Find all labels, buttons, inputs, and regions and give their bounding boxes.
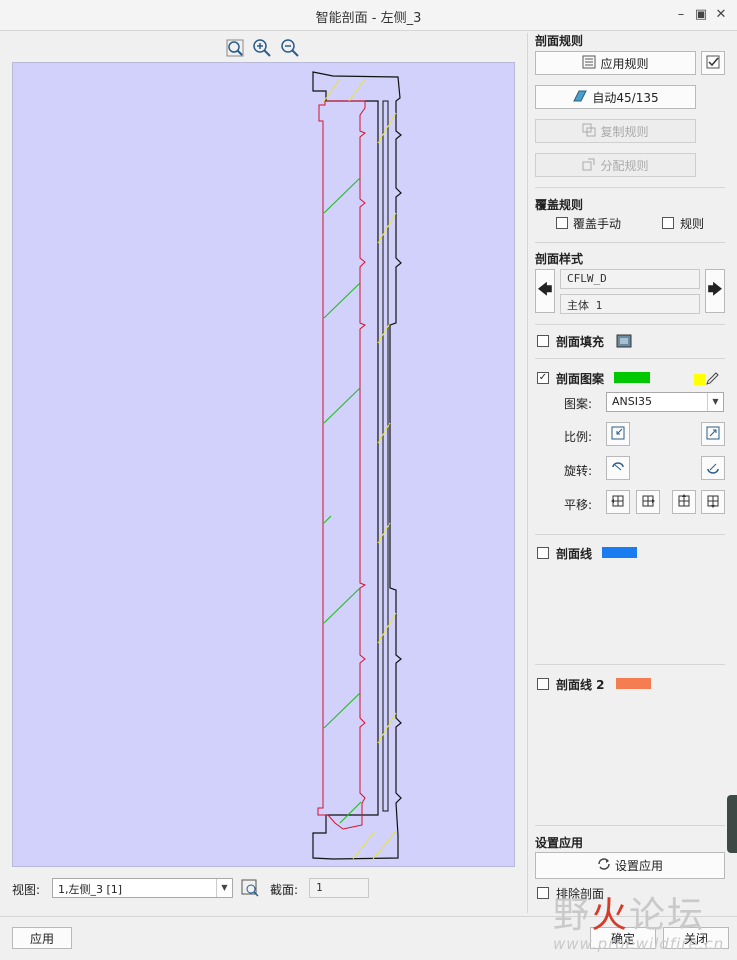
- apply-setting-label: 设置应用: [614, 859, 663, 873]
- section-pattern-label: 剖面图案: [556, 372, 605, 386]
- section-line2-color-swatch[interactable]: [616, 678, 651, 689]
- move-label: 平移:: [564, 498, 593, 512]
- divider: [535, 534, 725, 535]
- style-next-button[interactable]: 🡆: [705, 269, 725, 313]
- fill-pattern-icon[interactable]: [616, 334, 632, 351]
- maximize-button[interactable]: ▣: [693, 6, 709, 24]
- move-down-button[interactable]: [701, 490, 725, 514]
- section-label: 截面:: [270, 883, 299, 897]
- move-right-button[interactable]: [636, 490, 660, 514]
- pattern-color-swatch[interactable]: [614, 372, 650, 383]
- rules-list-icon: [582, 55, 596, 72]
- scale-up-button[interactable]: [701, 422, 725, 446]
- panel-separator: [527, 33, 528, 913]
- apply-setting-header: 设置应用: [535, 836, 584, 850]
- edit-rules-button[interactable]: [701, 51, 725, 75]
- rotate-label: 旋转:: [564, 464, 593, 478]
- pattern-edit-color-swatch[interactable]: [694, 374, 705, 385]
- zoom-in-icon[interactable]: [252, 38, 272, 58]
- divider: [535, 187, 725, 188]
- style-body-field: 主体 1: [560, 294, 700, 314]
- move-up-icon: [676, 493, 692, 512]
- style-prev-button[interactable]: 🡄: [535, 269, 555, 313]
- section-fill-checkbox[interactable]: [537, 335, 549, 347]
- override-manual-label: 覆盖手动: [573, 217, 622, 231]
- scale-down-button[interactable]: [606, 422, 630, 446]
- chevron-down-icon: ▼: [216, 879, 232, 897]
- section-line2-label: 剖面线 2: [556, 678, 605, 692]
- section-line-label: 剖面线: [556, 547, 593, 561]
- section-rules-header: 剖面规则: [535, 34, 584, 48]
- override-rule-label: 规则: [680, 217, 705, 231]
- view-select[interactable]: 1,左侧_3 [1] ▼: [52, 878, 233, 898]
- exclude-section-checkbox[interactable]: [537, 887, 549, 899]
- side-scroll-handle[interactable]: [727, 795, 737, 853]
- auto-hatch-icon: [572, 89, 588, 106]
- watermark-logo: 野火论坛: [553, 895, 706, 936]
- divider: [535, 664, 725, 665]
- override-rule-checkbox[interactable]: [662, 217, 674, 229]
- zoom-fit-icon[interactable]: [225, 38, 245, 58]
- apply-button[interactable]: 应用: [12, 927, 72, 949]
- assign-icon: [582, 157, 596, 174]
- section-line2-checkbox[interactable]: [537, 678, 549, 690]
- move-left-icon: [610, 493, 626, 512]
- view-label: 视图:: [12, 883, 41, 897]
- auto-45-135-button[interactable]: 自动45/135: [535, 85, 696, 109]
- copy-rules-label: 复制规则: [600, 124, 649, 139]
- override-manual-checkbox[interactable]: [556, 217, 568, 229]
- view-value: 1,左侧_3 [1]: [58, 883, 123, 896]
- pattern-type-value: ANSI35: [612, 395, 652, 408]
- window-title: 智能剖面 - 左侧_3: [315, 11, 422, 26]
- refresh-icon: [597, 857, 611, 874]
- pencil-icon[interactable]: [705, 372, 719, 389]
- arrow-left-icon: 🡄: [537, 282, 553, 298]
- move-left-button[interactable]: [606, 490, 630, 514]
- assign-rules-button[interactable]: 分配规则: [535, 153, 696, 177]
- scale-label: 比例:: [564, 430, 593, 444]
- move-right-icon: [640, 493, 656, 512]
- arrow-right-icon: 🡆: [707, 282, 723, 298]
- section-value-field: 1: [309, 878, 369, 898]
- watermark-url: www.proewildfire.cn: [553, 935, 725, 953]
- section-preview-viewport[interactable]: [12, 62, 515, 867]
- divider: [535, 242, 725, 243]
- view-preview-icon[interactable]: [241, 879, 259, 900]
- checklist-icon: [705, 54, 721, 73]
- auto-label: 自动45/135: [592, 90, 659, 105]
- override-rules-header: 覆盖规则: [535, 198, 584, 212]
- divider: [535, 324, 725, 325]
- close-window-button[interactable]: ✕: [713, 6, 729, 24]
- apply-rules-label: 应用规则: [600, 56, 649, 71]
- section-line-color-swatch[interactable]: [602, 547, 637, 558]
- section-fill-label: 剖面填充: [556, 335, 605, 349]
- rotate-cw-icon: [705, 459, 721, 478]
- apply-setting-button[interactable]: 设置应用: [535, 852, 725, 879]
- copy-rules-button[interactable]: 复制规则: [535, 119, 696, 143]
- apply-rules-button[interactable]: 应用规则: [535, 51, 696, 75]
- title-bar: 智能剖面 - 左侧_3 – ▣ ✕: [0, 0, 737, 31]
- minimize-button[interactable]: –: [673, 6, 689, 24]
- divider: [535, 358, 725, 359]
- copy-icon: [582, 123, 596, 140]
- section-line-checkbox[interactable]: [537, 547, 549, 559]
- section-style-header: 剖面样式: [535, 252, 584, 266]
- section-pattern-checkbox[interactable]: ✓: [537, 372, 549, 384]
- pattern-type-select[interactable]: ANSI35 ▼: [606, 392, 724, 412]
- section-drawing: [312, 71, 402, 860]
- rotate-cw-button[interactable]: [701, 456, 725, 480]
- pattern-type-label: 图案:: [564, 397, 593, 411]
- scale-up-icon: [705, 425, 721, 444]
- divider: [535, 825, 725, 826]
- style-name-field: CFLW_D: [560, 269, 700, 289]
- move-down-icon: [705, 493, 721, 512]
- zoom-out-icon[interactable]: [280, 38, 300, 58]
- rotate-ccw-button[interactable]: [606, 456, 630, 480]
- move-up-button[interactable]: [672, 490, 696, 514]
- rotate-ccw-icon: [610, 459, 626, 478]
- assign-rules-label: 分配规则: [600, 158, 649, 173]
- chevron-down-icon: ▼: [707, 393, 723, 411]
- scale-down-icon: [610, 425, 626, 444]
